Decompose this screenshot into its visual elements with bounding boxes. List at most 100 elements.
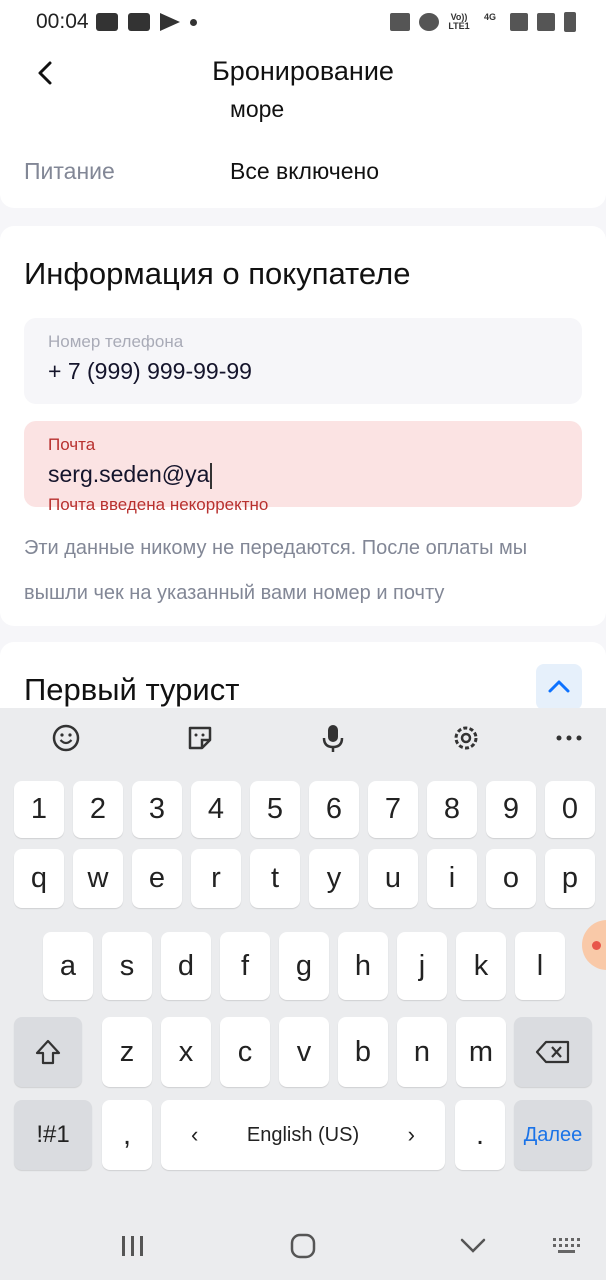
notification-icons — [96, 10, 197, 34]
network-4g-label: 4G — [483, 12, 496, 22]
room-partial-value: море — [230, 102, 285, 122]
more-notifications-icon — [190, 18, 197, 26]
phone-field[interactable]: Номер телефона + 7 (999) 999-99-99 — [24, 318, 582, 404]
key-y[interactable]: y — [309, 849, 359, 908]
tourist-title: Первый турист — [24, 672, 240, 707]
key-l[interactable]: l — [515, 932, 565, 1000]
key-9-label: 9 — [502, 793, 520, 825]
key-4[interactable]: 4 — [191, 781, 241, 838]
key-m[interactable]: m — [456, 1017, 506, 1087]
backspace-key[interactable] — [514, 1017, 592, 1087]
next-action-key[interactable]: Далее — [514, 1100, 592, 1170]
emoji-button[interactable] — [48, 720, 84, 756]
key-5-label: 5 — [266, 793, 284, 825]
back-button[interactable] — [30, 56, 64, 90]
period-key[interactable]: . — [455, 1100, 505, 1170]
key-d[interactable]: d — [161, 932, 211, 1000]
volte-label: Vo)) LTE1 — [448, 12, 470, 31]
email-value: serg.seden@ya — [48, 461, 210, 487]
key-k-label: k — [473, 950, 489, 982]
key-f[interactable]: f — [220, 932, 270, 1000]
email-error-message: Почта введена некорректно — [48, 495, 269, 514]
mute-icon — [390, 13, 410, 31]
meal-value: Все включено — [230, 158, 379, 184]
key-8-label: 8 — [443, 793, 461, 825]
key-x-label: x — [178, 1036, 194, 1068]
key-n-label: n — [413, 1036, 431, 1068]
key-o[interactable]: o — [486, 849, 536, 908]
key-s[interactable]: s — [102, 932, 152, 1000]
chevron-right-icon: › — [407, 1122, 415, 1147]
symbols-key[interactable]: !#1 — [14, 1100, 92, 1170]
key-q[interactable]: q — [14, 849, 64, 908]
key-r[interactable]: r — [191, 849, 241, 908]
key-x[interactable]: x — [161, 1017, 211, 1087]
key-a[interactable]: a — [43, 932, 93, 1000]
keyboard: 1 2 3 4 5 6 7 8 9 0 q w e r t y u i o p a s d f g h j k l z x c v b n m !#1,… — [0, 708, 606, 1280]
comma-key-label: , — [122, 1119, 132, 1151]
key-1[interactable]: 1 — [14, 781, 64, 838]
sticker-button[interactable] — [182, 720, 218, 756]
more-options-button[interactable] — [551, 720, 587, 756]
hide-keyboard-icon[interactable] — [459, 1236, 487, 1256]
keyboard-toolbar — [0, 708, 606, 768]
collapse-button[interactable] — [536, 664, 582, 710]
key-f-label: f — [240, 950, 250, 982]
key-m-label: m — [468, 1036, 494, 1068]
shift-key[interactable] — [14, 1017, 82, 1087]
key-u[interactable]: u — [368, 849, 418, 908]
privacy-note: Эти данные никому не передаются. После о… — [24, 537, 528, 604]
key-7[interactable]: 7 — [368, 781, 418, 838]
voice-input-button[interactable] — [315, 720, 351, 756]
key-j-label: j — [418, 950, 426, 982]
smiley-icon — [52, 724, 80, 752]
video-call-icon — [96, 13, 118, 31]
key-h-label: h — [354, 950, 372, 982]
email-label: Почта — [48, 435, 96, 454]
key-p[interactable]: p — [545, 849, 595, 908]
key-0[interactable]: 0 — [545, 781, 595, 838]
key-6[interactable]: 6 — [309, 781, 359, 838]
key-c[interactable]: c — [220, 1017, 270, 1087]
key-g[interactable]: g — [279, 932, 329, 1000]
key-9[interactable]: 9 — [486, 781, 536, 838]
key-t[interactable]: t — [250, 849, 300, 908]
recent-apps-icon[interactable] — [120, 1234, 146, 1258]
home-icon[interactable] — [289, 1232, 317, 1260]
microphone-icon — [322, 725, 344, 752]
key-e[interactable]: e — [132, 849, 182, 908]
key-3[interactable]: 3 — [132, 781, 182, 838]
signal2-icon — [537, 13, 555, 31]
comma-key[interactable]: , — [102, 1100, 152, 1170]
buyer-info-title: Информация о покупателе — [24, 256, 411, 291]
sticker-icon — [188, 726, 212, 750]
app-header: Бронирование — [0, 46, 606, 102]
key-q-label: q — [30, 862, 48, 894]
space-key[interactable]: ‹ English (US) › — [161, 1100, 445, 1170]
key-b[interactable]: b — [338, 1017, 388, 1087]
key-8[interactable]: 8 — [427, 781, 477, 838]
language-label: English (US) — [246, 1123, 360, 1146]
key-v[interactable]: v — [279, 1017, 329, 1087]
key-5[interactable]: 5 — [250, 781, 300, 838]
key-k[interactable]: k — [456, 932, 506, 1000]
telegram-icon — [160, 13, 180, 31]
next-action-key-label: Далее — [523, 1124, 583, 1146]
keyboard-switch-icon[interactable] — [552, 1236, 582, 1256]
phone-label: Номер телефона — [48, 332, 184, 351]
phone-value: + 7 (999) 999-99-99 — [48, 358, 252, 384]
key-3-label: 3 — [148, 793, 166, 825]
keyboard-settings-button[interactable] — [448, 720, 484, 756]
key-i[interactable]: i — [427, 849, 477, 908]
key-h[interactable]: h — [338, 932, 388, 1000]
key-0-label: 0 — [561, 793, 579, 825]
key-z[interactable]: z — [102, 1017, 152, 1087]
chevron-up-icon — [548, 680, 570, 693]
key-2[interactable]: 2 — [73, 781, 123, 838]
key-s-label: s — [119, 950, 135, 982]
key-n[interactable]: n — [397, 1017, 447, 1087]
meal-label: Питание — [24, 158, 115, 184]
key-j[interactable]: j — [397, 932, 447, 1000]
key-w[interactable]: w — [73, 849, 123, 908]
key-z-label: z — [119, 1036, 135, 1068]
